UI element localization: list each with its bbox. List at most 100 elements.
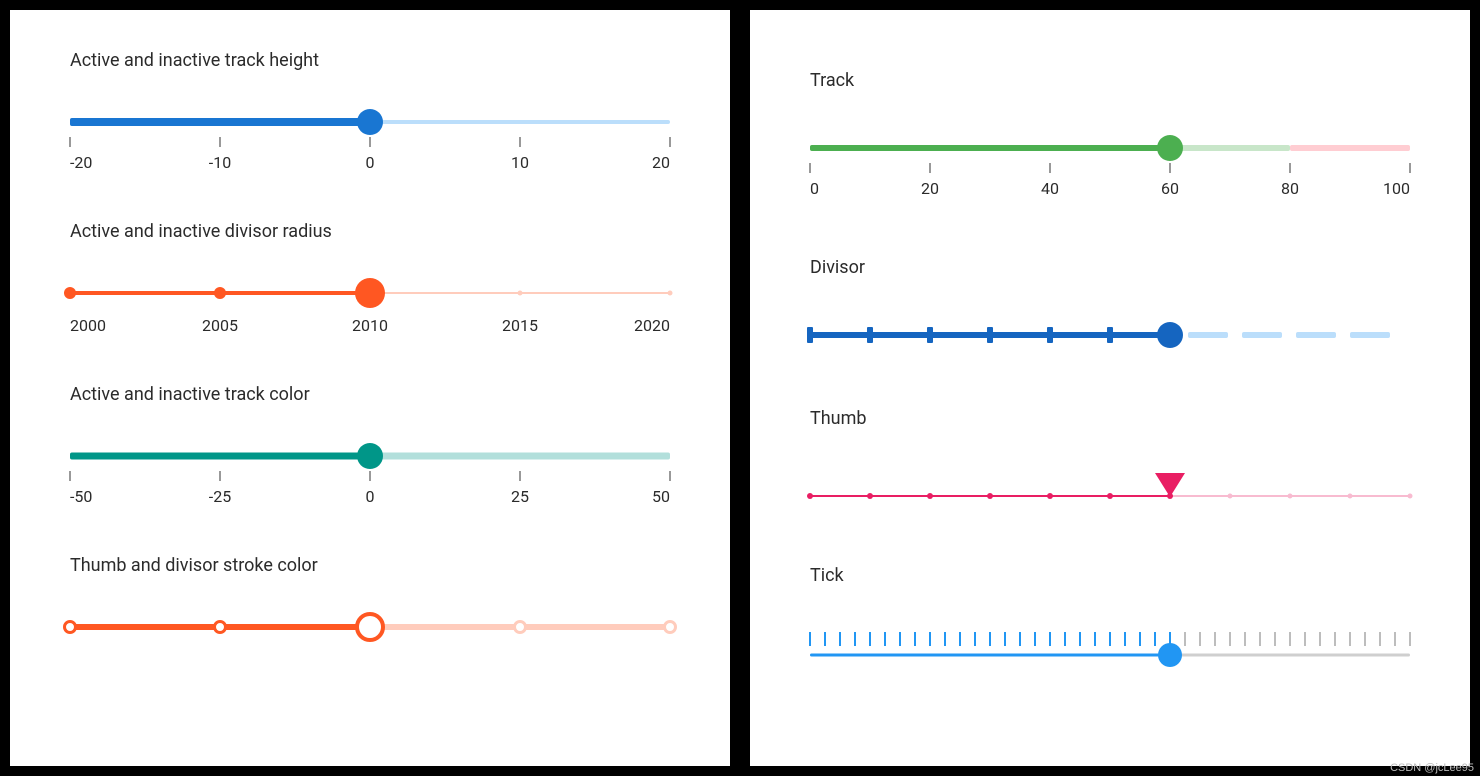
slider-track-demo-section: Track 0 20 40 60 80 100 bbox=[810, 70, 1410, 199]
slider-divisor-demo[interactable] bbox=[810, 320, 1410, 350]
inactive-dot bbox=[1228, 494, 1233, 499]
inactive-divisor bbox=[663, 620, 677, 634]
tick-mark bbox=[854, 632, 856, 646]
label: 0 bbox=[366, 153, 375, 172]
slider-title: Active and inactive divisor radius bbox=[70, 221, 670, 242]
tick-mark bbox=[989, 632, 991, 646]
inactive-track bbox=[1188, 332, 1410, 338]
label: 0 bbox=[810, 179, 819, 198]
label: 2005 bbox=[202, 316, 238, 335]
active-dot bbox=[987, 493, 993, 499]
slider-thumb[interactable] bbox=[357, 443, 383, 469]
slider-title: Divisor bbox=[810, 257, 1410, 278]
active-divisor bbox=[64, 287, 76, 299]
tick-mark bbox=[914, 632, 916, 646]
tick-mark bbox=[1184, 632, 1186, 646]
tick-mark bbox=[944, 632, 946, 646]
segment-3 bbox=[1290, 145, 1410, 151]
divisor-tick bbox=[1047, 327, 1053, 343]
slider-track-height[interactable] bbox=[70, 107, 670, 137]
inactive-dot bbox=[1348, 494, 1353, 499]
slider-divisor-radius-section: Active and inactive divisor radius 2000 … bbox=[70, 221, 670, 336]
slider-thumb[interactable] bbox=[355, 612, 385, 642]
tick-mark bbox=[1109, 632, 1111, 646]
slider-tick-demo-section: Tick bbox=[810, 565, 1410, 668]
tick-mark bbox=[1274, 632, 1276, 646]
right-panel: Track 0 20 40 60 80 100 Divisor bbox=[750, 10, 1470, 766]
active-track bbox=[810, 654, 1170, 657]
label: 0 bbox=[366, 487, 375, 506]
small-ticks bbox=[810, 632, 1410, 646]
label: 2000 bbox=[70, 316, 106, 335]
left-panel: Active and inactive track height -20 -10… bbox=[10, 10, 730, 766]
slider-title: Active and inactive track height bbox=[70, 50, 670, 71]
inactive-dot bbox=[1408, 494, 1413, 499]
slider-thumb-demo[interactable] bbox=[810, 471, 1410, 507]
active-dot bbox=[807, 493, 813, 499]
slider-title: Active and inactive track color bbox=[70, 384, 670, 405]
tick-mark bbox=[1214, 632, 1216, 646]
tick-mark bbox=[869, 632, 871, 646]
tick-marks bbox=[70, 137, 670, 149]
tick-mark bbox=[899, 632, 901, 646]
tick-mark bbox=[1139, 632, 1141, 646]
slider-thumb[interactable] bbox=[1157, 135, 1183, 161]
active-divisor bbox=[63, 620, 77, 634]
inactive-track bbox=[370, 120, 670, 124]
inactive-divisor bbox=[513, 620, 527, 634]
tick-mark bbox=[1259, 632, 1261, 646]
tick-mark bbox=[959, 632, 961, 646]
tick-mark bbox=[809, 632, 811, 646]
tick-mark bbox=[1199, 632, 1201, 646]
slider-thumb-demo-section: Thumb bbox=[810, 408, 1410, 507]
slider-divisor-radius[interactable] bbox=[70, 278, 670, 308]
slider-title: Tick bbox=[810, 565, 1410, 586]
tick-mark bbox=[839, 632, 841, 646]
slider-thumb-triangle-icon[interactable] bbox=[1155, 473, 1185, 497]
slider-title: Thumb bbox=[810, 408, 1410, 429]
slider-thumb[interactable] bbox=[357, 109, 383, 135]
label: 10 bbox=[511, 153, 529, 172]
divisor-tick bbox=[807, 327, 813, 343]
label: 2015 bbox=[502, 316, 538, 335]
segment-1 bbox=[810, 145, 1170, 151]
tick-mark bbox=[1289, 632, 1291, 646]
slider-labels: -20 -10 0 10 20 bbox=[70, 153, 670, 173]
tick-mark bbox=[1079, 632, 1081, 646]
label: 50 bbox=[652, 487, 670, 506]
slider-track-demo[interactable] bbox=[810, 133, 1410, 163]
label: 100 bbox=[1383, 179, 1410, 198]
tick-mark bbox=[1394, 632, 1396, 646]
slider-track-color[interactable] bbox=[70, 441, 670, 471]
slider-labels: 0 20 40 60 80 100 bbox=[810, 179, 1410, 199]
label: -25 bbox=[209, 487, 231, 506]
tick-marks bbox=[810, 163, 1410, 175]
slider-divisor-demo-section: Divisor bbox=[810, 257, 1410, 350]
tick-mark bbox=[1064, 632, 1066, 646]
slider-thumb[interactable] bbox=[355, 278, 385, 308]
active-dot bbox=[927, 493, 933, 499]
tick-mark bbox=[1349, 632, 1351, 646]
slider-thumb-stroke-section: Thumb and divisor stroke color bbox=[70, 555, 670, 642]
label: -10 bbox=[209, 153, 231, 172]
divisor-tick bbox=[867, 327, 873, 343]
tick-mark bbox=[1334, 632, 1336, 646]
inactive-divisor bbox=[668, 291, 673, 296]
inactive-track bbox=[1170, 654, 1410, 657]
label: 20 bbox=[652, 153, 670, 172]
tick-mark bbox=[1019, 632, 1021, 646]
tick-mark bbox=[929, 632, 931, 646]
slider-tick-demo[interactable] bbox=[810, 628, 1410, 668]
slider-thumb-stroke[interactable] bbox=[70, 612, 670, 642]
tick-mark bbox=[824, 632, 826, 646]
active-dot bbox=[1047, 493, 1053, 499]
active-divisor bbox=[213, 620, 227, 634]
slider-labels: -50 -25 0 25 50 bbox=[70, 487, 670, 507]
active-divisor bbox=[214, 287, 226, 299]
slider-thumb[interactable] bbox=[1157, 322, 1183, 348]
label: 40 bbox=[1041, 179, 1059, 198]
divisor-tick bbox=[927, 327, 933, 343]
tick-mark bbox=[1004, 632, 1006, 646]
tick-mark bbox=[1409, 632, 1411, 646]
slider-thumb[interactable] bbox=[1158, 643, 1182, 667]
